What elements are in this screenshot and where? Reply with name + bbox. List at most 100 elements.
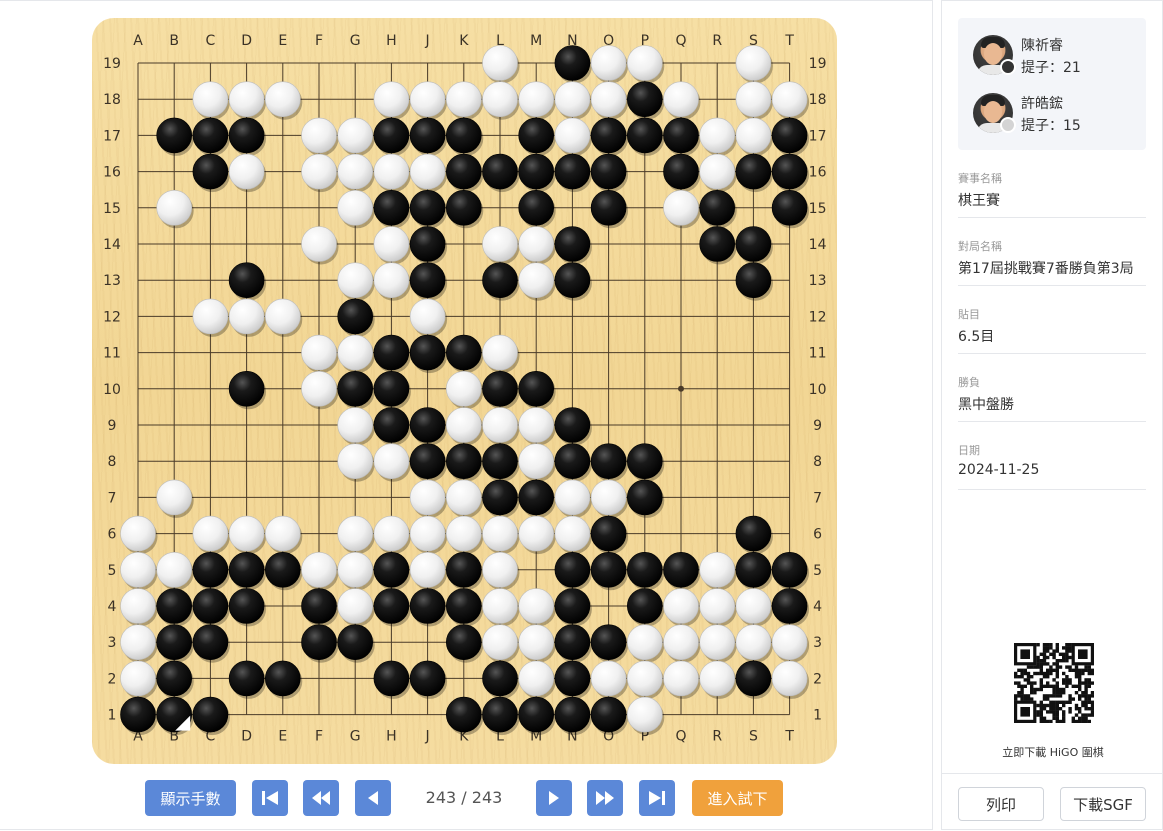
qr-module: [1039, 681, 1043, 685]
row-label: 9: [108, 418, 117, 434]
qr-module: [1065, 675, 1069, 679]
qr-module: [1062, 687, 1066, 692]
black-stone: [482, 696, 518, 733]
qr-module: [1078, 684, 1082, 688]
qr-module: [1055, 643, 1059, 647]
row-label: 10: [103, 382, 121, 398]
go-board-canvas[interactable]: AABBCCDDEEFFGGHHJJKKLLMMNNOOPPQQRRSSTT19…: [92, 18, 837, 764]
column-label: C: [206, 33, 216, 49]
qr-module: [1074, 719, 1079, 723]
black-stone: [445, 334, 482, 371]
qr-module: [1078, 697, 1082, 701]
white-stone: [735, 117, 772, 154]
white-stone: [518, 624, 555, 661]
download-sgf-label: 下載SGF: [1073, 795, 1133, 814]
black-stone: [518, 696, 555, 733]
qr-module: [1087, 665, 1091, 669]
qr-module: [1055, 707, 1059, 711]
info-label: 賽事名稱: [958, 172, 1002, 185]
try-play-button[interactable]: 進入試下: [692, 780, 783, 816]
row-label: 2: [108, 671, 117, 687]
qr-module: [1065, 700, 1069, 704]
white-stone: [445, 479, 482, 516]
qr-module: [1062, 703, 1066, 708]
black-stone: [409, 262, 446, 299]
row-label: 17: [809, 128, 827, 144]
qr-module: [1039, 668, 1043, 672]
previous-move-button[interactable]: [355, 780, 391, 816]
download-sgf-button[interactable]: 下載SGF: [1060, 787, 1146, 821]
white-stone: [373, 262, 410, 299]
forward-ten-moves-button[interactable]: [587, 780, 623, 816]
row-label: 7: [813, 490, 822, 506]
qr-module: [1062, 671, 1066, 676]
black-stone: [663, 551, 699, 588]
first-move-button[interactable]: [252, 780, 288, 816]
row-label: 2: [813, 671, 822, 687]
black-stone: [228, 262, 265, 299]
qr-module: [1014, 675, 1018, 679]
step-forward-icon: [545, 789, 563, 807]
qr-module: [1052, 678, 1056, 682]
qr-module: [1039, 684, 1043, 688]
qr-module: [1074, 675, 1079, 679]
qr-module: [1033, 671, 1037, 676]
qr-module: [1084, 700, 1088, 704]
column-label: G: [350, 33, 361, 49]
black-stone: [771, 190, 808, 226]
app-download-qr-code[interactable]: [1014, 643, 1094, 723]
playback-controls: 顯示手數 243 / 243 進入試下: [0, 778, 933, 818]
row-label: 16: [103, 165, 121, 181]
black-stone: [373, 588, 410, 624]
white-stone: [482, 624, 518, 661]
column-label: M: [530, 33, 542, 49]
info-tournament: 賽事名稱 棋王賽: [958, 170, 1146, 218]
white-stone: [699, 117, 736, 154]
info-result: 勝負 黑中盤勝: [958, 374, 1146, 422]
black-stone: [409, 660, 446, 697]
qr-module: [1049, 710, 1053, 714]
white-stone: [590, 479, 627, 516]
white-stone: [518, 660, 555, 697]
action-bar: 列印 下載SGF: [942, 773, 1163, 831]
qr-module: [1071, 716, 1075, 720]
black-stone: [445, 153, 482, 190]
white-stone: [626, 624, 663, 661]
next-move-button[interactable]: [536, 780, 572, 816]
qr-module: [1087, 671, 1091, 676]
qr-module: [1046, 646, 1050, 650]
qr-module: [1062, 719, 1066, 723]
qr-module: [1052, 655, 1056, 660]
print-label: 列印: [985, 795, 1016, 814]
white-stone: [228, 81, 265, 117]
white-stone: [337, 443, 374, 480]
black-stone: [626, 588, 663, 624]
qr-module: [1055, 675, 1059, 679]
go-board[interactable]: A A B B C C D D E E F F G G H H J J K K L L M M N N O O P P Q Q R R S S T T 19…: [92, 18, 837, 764]
last-move-button[interactable]: [639, 780, 675, 816]
black-stone: [409, 226, 446, 262]
move-counter: 243 / 243: [425, 788, 503, 807]
qr-module: [1052, 684, 1056, 688]
qr-module: [1046, 643, 1050, 647]
black-stone: [735, 660, 772, 697]
qr-module: [1065, 665, 1069, 669]
show-move-numbers-button[interactable]: 顯示手數: [145, 780, 236, 816]
qr-module: [1030, 687, 1034, 692]
print-button[interactable]: 列印: [958, 787, 1044, 821]
white-stone: [337, 588, 374, 624]
white-stone: [518, 588, 555, 624]
white-stone: [626, 696, 663, 733]
qr-module: [1046, 655, 1050, 660]
black-stone: [409, 190, 446, 226]
fast-rewind-icon: [310, 789, 332, 807]
qr-module: [1065, 655, 1069, 660]
info-value: 2024-11-25: [958, 462, 1040, 478]
column-label: T: [784, 729, 794, 745]
row-label: 14: [103, 237, 121, 253]
qr-module: [1014, 694, 1018, 698]
qr-module: [1062, 681, 1066, 685]
black-stone: [626, 551, 663, 588]
black-stone: [445, 443, 482, 480]
back-ten-moves-button[interactable]: [303, 780, 339, 816]
